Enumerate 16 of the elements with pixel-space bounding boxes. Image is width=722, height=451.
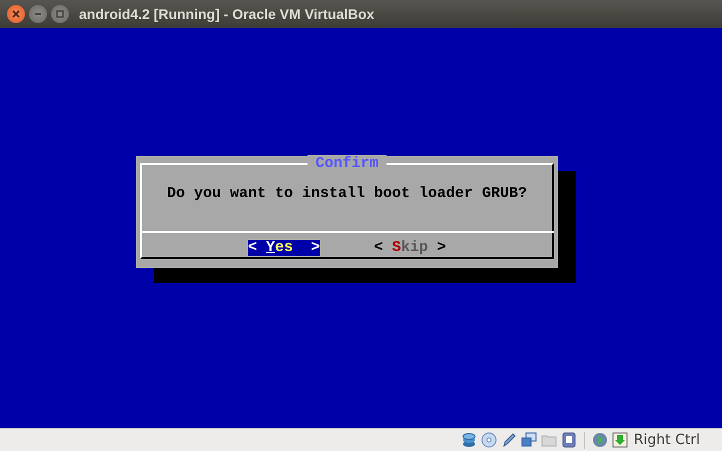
- minimize-button[interactable]: [29, 5, 47, 23]
- pen-icon[interactable]: [500, 432, 517, 448]
- dialog-button[interactable]: < Yes >: [248, 240, 320, 256]
- dialog-message: Do you want to install boot loader GRUB?: [166, 185, 528, 204]
- close-icon: [12, 10, 20, 18]
- maximize-button[interactable]: [51, 5, 69, 23]
- close-button[interactable]: [7, 5, 25, 23]
- dialog-button[interactable]: < Skip >: [374, 240, 446, 256]
- disk-stack-icon[interactable]: [460, 432, 477, 448]
- maximize-icon: [56, 10, 64, 18]
- down-arrow-icon[interactable]: [612, 432, 628, 448]
- minimize-icon: [34, 10, 42, 18]
- monitors-icon[interactable]: [520, 432, 537, 448]
- window-title: android4.2 [Running] - Oracle VM VirtualBox: [79, 4, 374, 24]
- host-key-label: Right Ctrl: [634, 430, 700, 450]
- disc-icon[interactable]: [480, 432, 497, 448]
